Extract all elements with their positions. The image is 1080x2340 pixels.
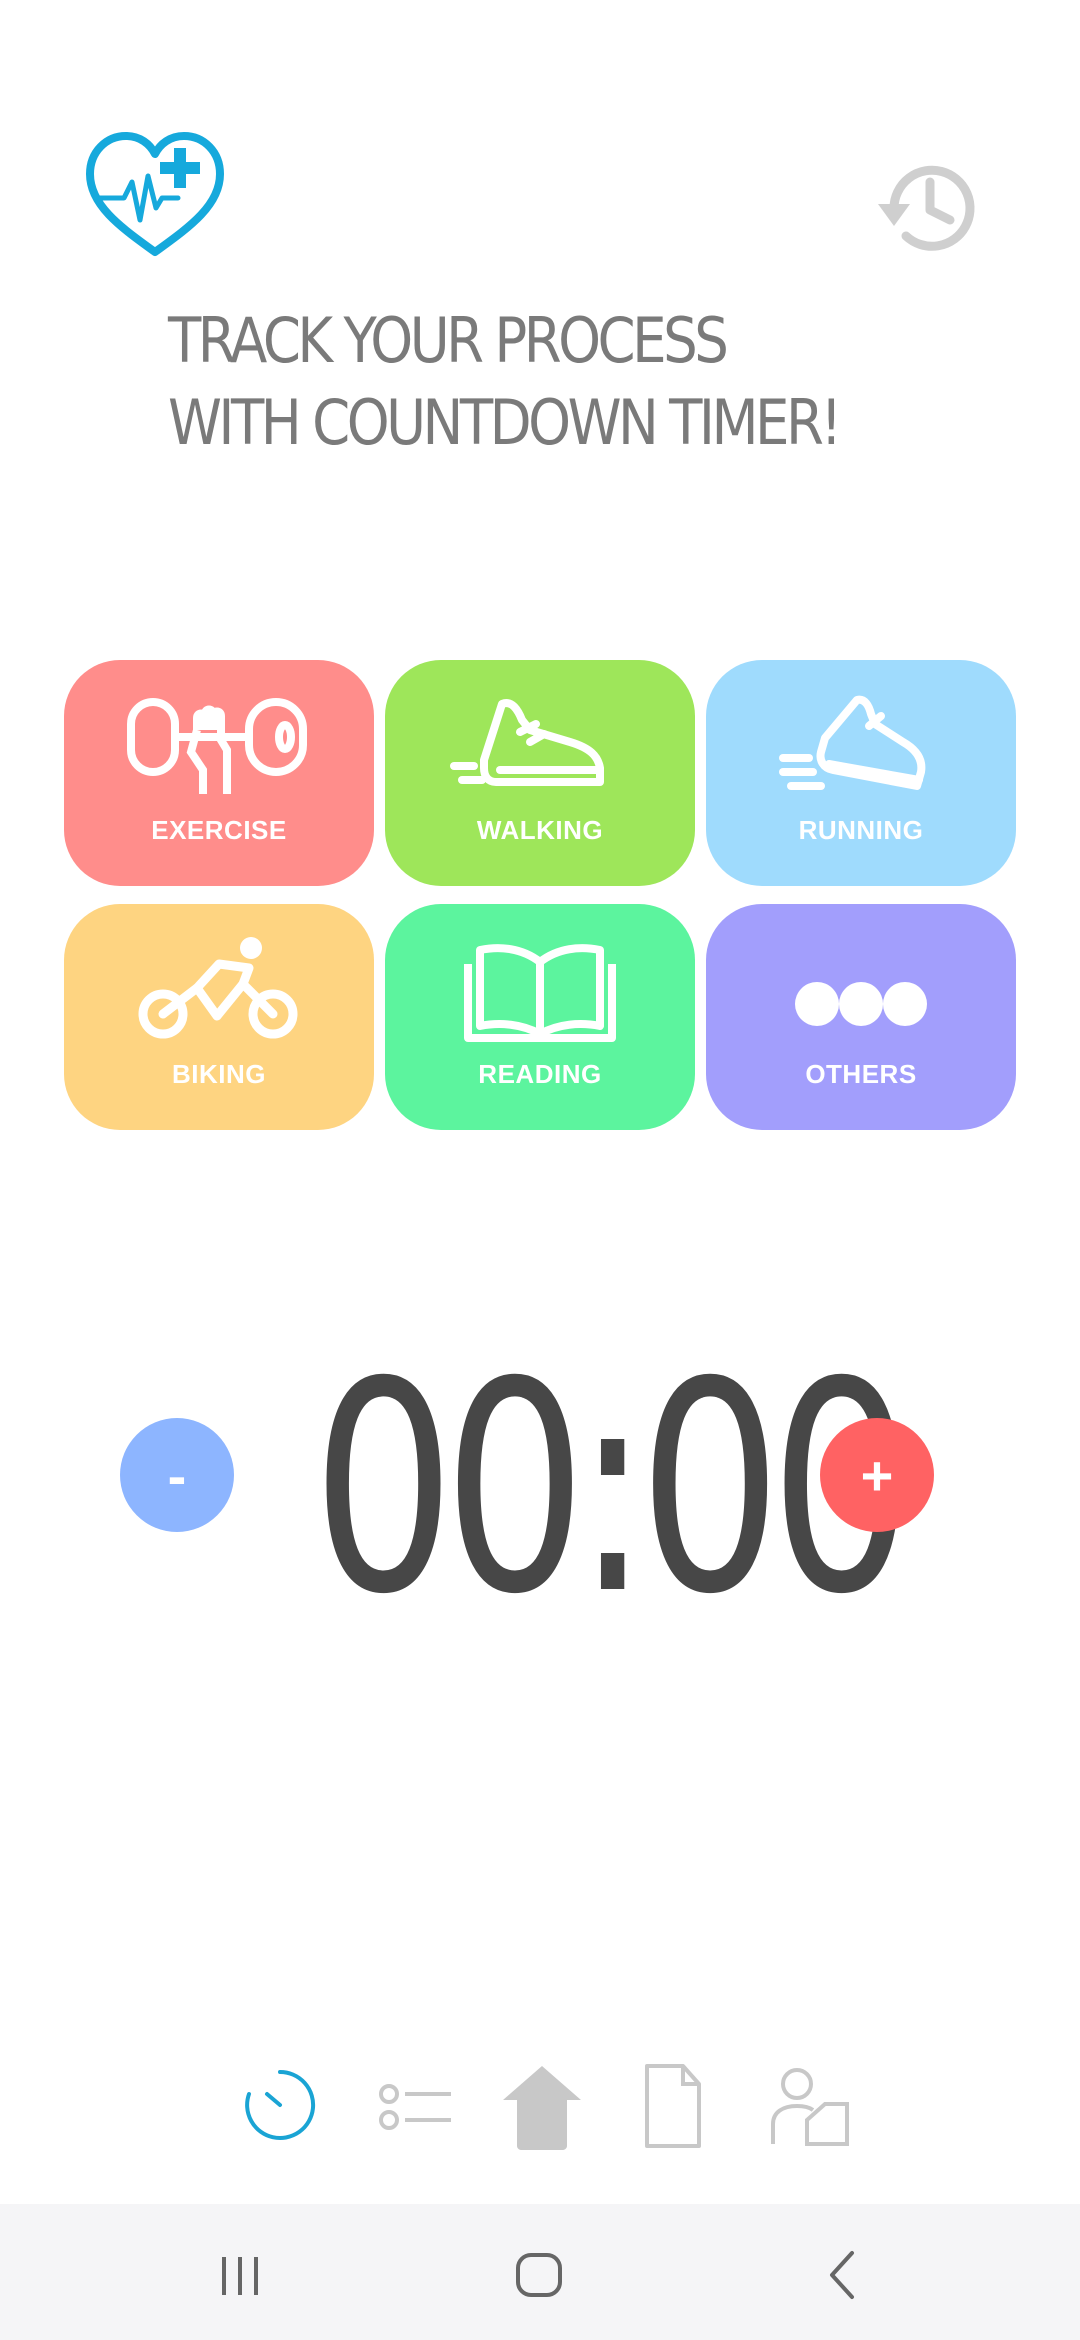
profile-icon bbox=[771, 2068, 849, 2146]
activity-label-exercise: EXERCISE bbox=[151, 815, 287, 845]
recent-apps-button[interactable] bbox=[200, 2240, 280, 2310]
nav-home[interactable] bbox=[492, 2060, 592, 2150]
history-button[interactable] bbox=[872, 152, 984, 264]
decrement-button[interactable]: - bbox=[120, 1418, 234, 1532]
nav-document[interactable] bbox=[622, 2060, 722, 2150]
activity-tile-running[interactable]: RUNNING bbox=[706, 660, 1016, 886]
dumbbell-icon bbox=[127, 698, 307, 794]
activity-label-others: OTHERS bbox=[805, 1059, 917, 1089]
more-dots-icon bbox=[795, 982, 927, 1026]
activity-tile-reading[interactable]: READING bbox=[385, 904, 695, 1130]
timer-icon bbox=[245, 2069, 316, 2140]
app-logo-icon bbox=[82, 128, 228, 260]
list-icon bbox=[379, 2084, 451, 2130]
increment-button[interactable]: + bbox=[820, 1418, 934, 1532]
activity-label-running: RUNNING bbox=[798, 815, 924, 845]
activity-tile-exercise[interactable]: EXERCISE bbox=[64, 660, 374, 886]
home-icon bbox=[503, 2066, 581, 2150]
system-home-button[interactable] bbox=[500, 2240, 580, 2310]
open-book-icon bbox=[464, 944, 616, 1042]
activity-tile-biking[interactable]: BIKING bbox=[64, 904, 374, 1130]
back-icon bbox=[830, 2251, 854, 2299]
sneaker-icon bbox=[450, 699, 604, 786]
back-button[interactable] bbox=[804, 2240, 884, 2310]
decrement-label: - bbox=[167, 1443, 187, 1507]
document-icon bbox=[645, 2064, 701, 2148]
activity-tile-others[interactable]: OTHERS bbox=[706, 904, 1016, 1130]
increment-label: + bbox=[860, 1443, 894, 1507]
running-shoe-icon bbox=[779, 695, 926, 790]
nav-timer[interactable] bbox=[230, 2060, 330, 2150]
activity-tile-walking[interactable]: WALKING bbox=[385, 660, 695, 886]
nav-list[interactable] bbox=[362, 2060, 462, 2150]
home-circle-icon bbox=[516, 2253, 562, 2297]
headline: TRACK YOUR PROCESS WITH COUNTDOWN TIMER! bbox=[168, 300, 842, 464]
recent-apps-icon bbox=[222, 2257, 258, 2295]
cyclist-icon bbox=[138, 937, 298, 1039]
activity-label-reading: READING bbox=[478, 1059, 602, 1089]
headline-line-2: WITH COUNTDOWN TIMER! bbox=[168, 386, 842, 459]
activity-label-biking: BIKING bbox=[172, 1059, 266, 1089]
history-icon bbox=[878, 165, 975, 251]
activity-label-walking: WALKING bbox=[476, 815, 604, 845]
headline-line-1: TRACK YOUR PROCESS bbox=[168, 304, 729, 377]
timer-display: 00:00 bbox=[311, 1321, 914, 1658]
nav-profile[interactable] bbox=[758, 2060, 858, 2150]
